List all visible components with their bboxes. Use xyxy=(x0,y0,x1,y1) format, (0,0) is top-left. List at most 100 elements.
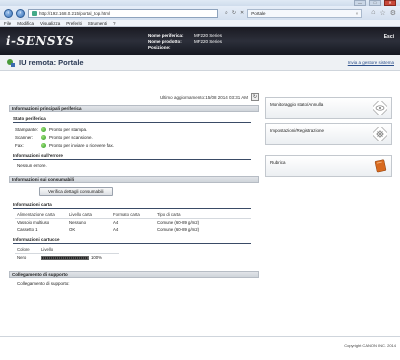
status-heading: Stato periferica xyxy=(13,116,251,123)
address-tools: ⌕ ↻ ✕ xyxy=(225,10,244,16)
tab-title: Portale xyxy=(251,10,266,16)
toner-level-text: 100% xyxy=(91,255,102,260)
address-book-button[interactable]: Rubrica xyxy=(265,155,392,177)
address-text: http://192.168.0.215/portal_top.html xyxy=(39,10,111,16)
table-row: Vassoio multiuso Nessuno A4 Comune (60-8… xyxy=(15,219,251,227)
refresh-icon[interactable]: ↻ xyxy=(232,10,236,16)
page-icon xyxy=(32,10,37,16)
device-name-label: Nome periferica: xyxy=(148,32,184,38)
section-consumables: Informazioni sui consumabili xyxy=(9,176,259,183)
browser-right-icons: ⌂ ☆ ⚙ xyxy=(371,9,396,17)
page-title: IU remota: Portale xyxy=(19,58,84,67)
status-label: Scanner: xyxy=(15,134,34,140)
support-text: Collegamento di supporto: xyxy=(17,281,70,286)
minimize-button[interactable]: — xyxy=(354,0,366,6)
table-cell: Vassoio multiuso xyxy=(17,220,50,225)
monitor-label: Monitoraggio stato/Annulla xyxy=(270,102,324,107)
table-header-row: Colore Livello xyxy=(15,246,119,254)
tab-close-icon[interactable]: × xyxy=(356,11,359,16)
address-bar-row: ‹ › http://192.168.0.215/portal_top.html… xyxy=(0,6,400,20)
error-text: Nessun errore. xyxy=(17,163,47,168)
brand-logo: i-SENSYS xyxy=(6,34,75,48)
last-update-text: Ultimo aggiornamento:15/08 2014 03:31 AM xyxy=(159,94,248,100)
cartridge-heading: Informazioni cartucce xyxy=(13,237,251,244)
menu-file[interactable]: File xyxy=(4,21,11,26)
cartridge-level-cell: 100% xyxy=(39,254,119,262)
paper-table: Alimentazione carta Livello carta Format… xyxy=(15,211,251,233)
table-cell: Cassetto 1 xyxy=(17,227,38,232)
settings-gear-icon xyxy=(373,127,387,141)
maximize-button[interactable]: □ xyxy=(369,0,381,6)
address-input[interactable]: http://192.168.0.215/portal_top.html xyxy=(28,8,218,18)
status-fax: Fax: Pronto per inviare o ricevere fax. xyxy=(15,141,259,149)
copyright-text: Copyright CANON INC. 2014 xyxy=(344,343,396,348)
send-to-admin-link[interactable]: Invia a gestore sistema xyxy=(348,60,394,65)
status-text: Pronto per stampa. xyxy=(49,126,88,132)
gear-icon[interactable]: ⚙ xyxy=(390,9,396,17)
section-main-info: Informazioni principali periferica xyxy=(9,105,259,112)
refresh-button[interactable]: ↻ xyxy=(251,93,259,101)
error-heading: Informazioni sull'errore xyxy=(13,153,251,160)
table-header-row: Alimentazione carta Livello carta Format… xyxy=(15,211,251,219)
search-icon[interactable]: ⌕ xyxy=(225,10,228,16)
column-header: Livello xyxy=(39,246,119,254)
last-update-row: Ultimo aggiornamento:15/08 2014 03:31 AM… xyxy=(9,91,259,103)
status-text: Pronto per inviare o ricevere fax. xyxy=(49,142,115,148)
page-title-bar: IU remota: Portale Invia a gestore siste… xyxy=(0,55,400,71)
product-name-value: MF220 Series xyxy=(194,38,223,44)
app-header: i-SENSYS Nome periferica: MF220 Series N… xyxy=(0,27,400,55)
table-cell: A4 xyxy=(113,220,119,225)
status-printer: Stampante: Pronto per stampa. xyxy=(15,125,259,133)
favorites-icon[interactable]: ☆ xyxy=(379,9,385,17)
cartridge-color: Nero xyxy=(17,255,27,260)
toner-level-fill xyxy=(42,256,88,259)
status-scanner: Scanner: Pronto per scansione. xyxy=(15,133,259,141)
close-window-button[interactable]: ✕ xyxy=(384,0,396,6)
home-icon[interactable]: ⌂ xyxy=(371,9,375,17)
device-name-value: MF220 Series xyxy=(194,32,223,38)
menu-favorites[interactable]: Preferiti xyxy=(66,21,82,26)
device-info: Nome periferica: MF220 Series Nome prodo… xyxy=(148,33,222,50)
menu-view[interactable]: Visualizza xyxy=(40,21,60,26)
table-cell: OK xyxy=(69,227,76,232)
column-header: Livello carta xyxy=(67,211,111,219)
monitor-status-button[interactable]: Monitoraggio stato/Annulla xyxy=(265,97,392,119)
column-header: Alimentazione carta xyxy=(15,211,67,219)
forward-button[interactable]: › xyxy=(16,8,25,18)
status-label: Stampante: xyxy=(15,126,39,132)
table-row: Nero 100% xyxy=(15,254,119,262)
footer: Copyright CANON INC. 2014 xyxy=(0,336,400,360)
back-button[interactable]: ‹ xyxy=(4,8,13,18)
paper-heading: Informazioni carta xyxy=(13,202,251,209)
status-ok-icon xyxy=(41,126,46,132)
portal-icon xyxy=(7,58,15,67)
cartridge-table: Colore Livello Nero 100% xyxy=(15,246,119,261)
browser-tab[interactable]: Portale × xyxy=(247,8,363,18)
address-book-icon xyxy=(374,159,387,173)
stop-icon[interactable]: ✕ xyxy=(240,10,244,16)
address-book-label: Rubrica xyxy=(270,160,286,165)
section-support: Collegamento di supporto xyxy=(9,271,259,278)
main-panel: Ultimo aggiornamento:15/08 2014 03:31 AM… xyxy=(0,88,265,348)
menu-tools[interactable]: Strumenti xyxy=(88,21,107,26)
position-label: Posizione: xyxy=(148,44,171,50)
settings-button[interactable]: Impostazioni/Registrazione xyxy=(265,123,392,145)
menu-edit[interactable]: Modifica xyxy=(17,21,34,26)
cartridge-level: 100% xyxy=(41,255,117,260)
logout-link[interactable]: Esci xyxy=(384,34,394,40)
column-header: Tipo di carta xyxy=(155,211,251,219)
settings-label: Impostazioni/Registrazione xyxy=(270,128,325,133)
status-ok-icon xyxy=(41,142,46,148)
table-cell: Comune (60-89 g/m2) xyxy=(157,220,200,225)
menu-help[interactable]: ? xyxy=(113,21,116,26)
check-consumables-button[interactable]: Verifica dettagli consumabili xyxy=(39,187,113,196)
product-name-label: Nome prodotto: xyxy=(148,38,182,44)
status-text: Pronto per scansione. xyxy=(49,134,93,140)
table-row: Cassetto 1 OK A4 Comune (60-89 g/m2) xyxy=(15,226,251,233)
browser-menu-bar: File Modifica Visualizza Preferiti Strum… xyxy=(0,20,400,27)
monitor-eye-icon xyxy=(373,101,387,115)
column-header: Formato carta xyxy=(111,211,155,219)
table-cell: Nessuno xyxy=(69,220,86,225)
toner-level-bar xyxy=(41,255,89,260)
status-label: Fax: xyxy=(15,142,24,148)
